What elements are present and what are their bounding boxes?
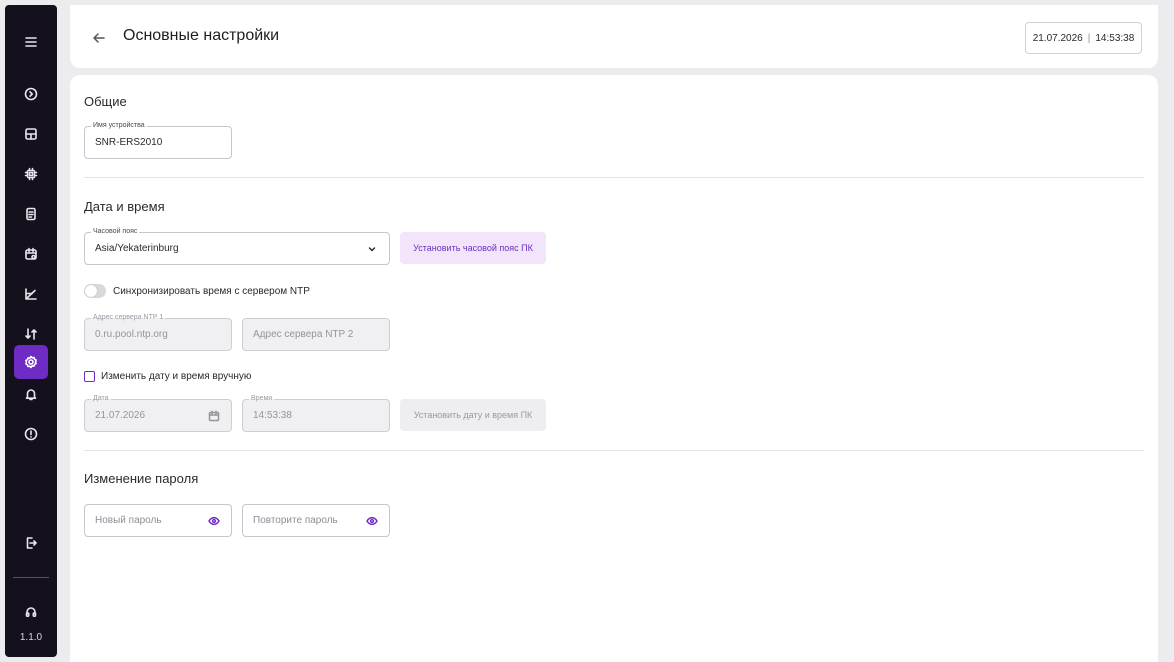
ntp-server-1-label: Адрес сервера NTP 1 bbox=[91, 313, 166, 323]
section-divider bbox=[84, 177, 1144, 178]
section-divider bbox=[84, 450, 1144, 451]
manual-datetime-label: Изменить дату и время вручную bbox=[101, 371, 252, 382]
set-pc-datetime-button[interactable]: Установить дату и время ПК bbox=[400, 399, 546, 431]
nav-settings-icon[interactable] bbox=[14, 345, 48, 379]
chevron-down-icon bbox=[365, 242, 379, 256]
app-version: 1.1.0 bbox=[19, 632, 43, 643]
eye-icon[interactable] bbox=[207, 514, 221, 528]
nav-alert-icon[interactable] bbox=[14, 417, 48, 451]
sidebar: 1.1.0 bbox=[5, 5, 57, 657]
nav-chart-icon[interactable] bbox=[14, 277, 48, 311]
time-label: Время bbox=[249, 394, 275, 404]
back-arrow-icon[interactable] bbox=[90, 29, 108, 47]
nav-chip-icon[interactable] bbox=[14, 157, 48, 191]
timezone-select[interactable]: Часовой пояс Asia/Yekaterinburg bbox=[84, 227, 390, 265]
manual-datetime-checkbox[interactable] bbox=[84, 371, 95, 382]
ntp-server-1-value: 0.ru.pool.ntp.org bbox=[95, 329, 168, 340]
ntp-sync-toggle[interactable] bbox=[84, 284, 106, 298]
device-name-value: SNR-ERS2010 bbox=[95, 137, 163, 148]
nav-bell-icon[interactable] bbox=[14, 377, 48, 411]
time-field[interactable]: Время 14:53:38 bbox=[242, 394, 390, 432]
sidebar-divider bbox=[13, 577, 49, 578]
timezone-label: Часовой пояс bbox=[91, 227, 140, 237]
menu-icon[interactable] bbox=[14, 25, 48, 59]
date-field[interactable]: Дата 21.07.2026 bbox=[84, 394, 232, 432]
device-name-field[interactable]: Имя устройства SNR-ERS2010 bbox=[84, 121, 232, 159]
ntp-server-2-placeholder: Адрес сервера NTP 2 bbox=[253, 329, 354, 340]
section-password-title: Изменение пароля bbox=[84, 471, 199, 486]
set-pc-timezone-button[interactable]: Установить часовой пояс ПК bbox=[400, 232, 546, 264]
ntp-sync-label: Синхронизировать время с сервером NTP bbox=[113, 286, 310, 297]
ntp-server-2-field[interactable]: Адрес сервера NTP 2 bbox=[242, 318, 390, 351]
date-value: 21.07.2026 bbox=[95, 410, 146, 421]
nav-calendar-icon[interactable] bbox=[14, 237, 48, 271]
header-time: 14:53:38 bbox=[1095, 32, 1135, 44]
nav-document-icon[interactable] bbox=[14, 197, 48, 231]
device-name-label: Имя устройства bbox=[91, 121, 147, 131]
page-header: Основные настройки 21.07.2026 | 14:53:38 bbox=[70, 5, 1158, 68]
section-general-title: Общие bbox=[84, 94, 127, 109]
timezone-value: Asia/Yekaterinburg bbox=[95, 243, 179, 254]
new-password-input[interactable]: Новый пароль bbox=[84, 504, 232, 537]
header-date: 21.07.2026 bbox=[1032, 32, 1083, 44]
section-datetime-title: Дата и время bbox=[84, 199, 165, 214]
time-value: 14:53:38 bbox=[253, 410, 292, 421]
ntp-server-1-field[interactable]: Адрес сервера NTP 1 0.ru.pool.ntp.org bbox=[84, 313, 232, 351]
date-label: Дата bbox=[91, 394, 111, 404]
nav-dashboard-icon[interactable] bbox=[14, 117, 48, 151]
datetime-separator: | bbox=[1087, 32, 1091, 44]
support-headset-icon[interactable] bbox=[14, 595, 48, 629]
nav-status-icon[interactable] bbox=[14, 77, 48, 111]
settings-card: Общие Имя устройства SNR-ERS2010 Дата и … bbox=[70, 75, 1158, 662]
repeat-password-placeholder: Повторите пароль bbox=[253, 515, 338, 526]
calendar-icon[interactable] bbox=[207, 409, 221, 423]
logout-icon[interactable] bbox=[14, 526, 48, 560]
datetime-badge: 21.07.2026 | 14:53:38 bbox=[1025, 22, 1142, 54]
toggle-knob bbox=[85, 285, 97, 297]
eye-icon[interactable] bbox=[365, 514, 379, 528]
new-password-placeholder: Новый пароль bbox=[95, 515, 162, 526]
page-title: Основные настройки bbox=[123, 27, 280, 44]
repeat-password-input[interactable]: Повторите пароль bbox=[242, 504, 390, 537]
